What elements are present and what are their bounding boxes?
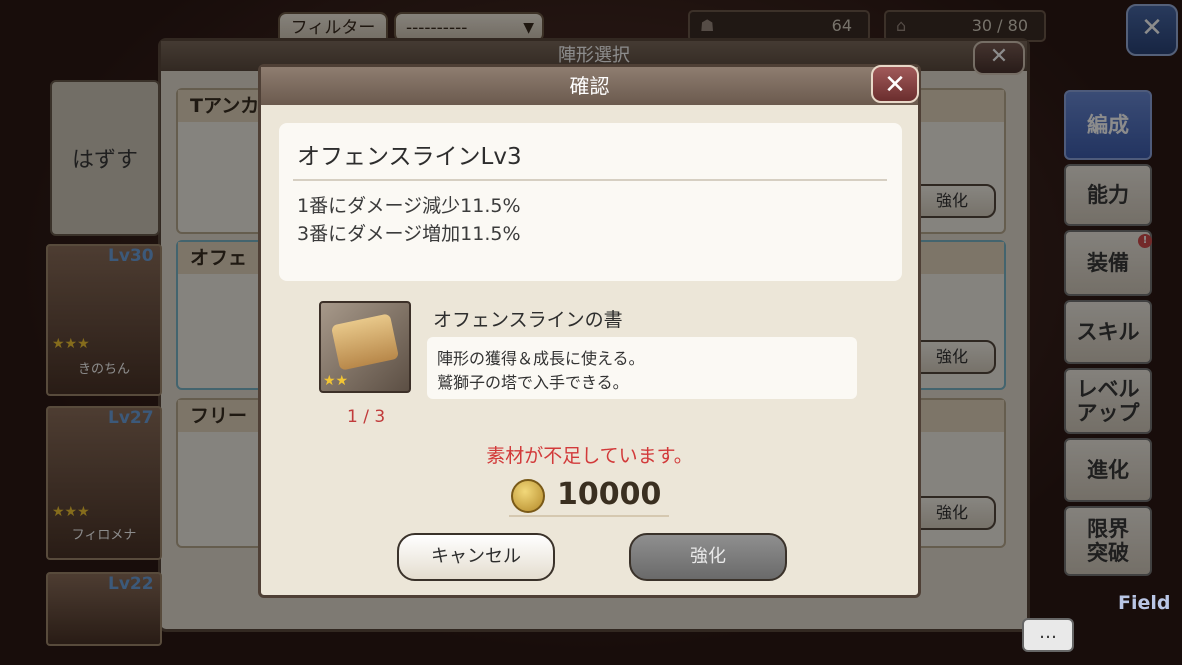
effect-line: 1番にダメージ減少11.5% <box>297 195 521 217</box>
dialog-close-button[interactable]: ✕ <box>871 65 919 103</box>
divider <box>509 515 669 517</box>
cancel-button[interactable]: キャンセル <box>397 533 555 581</box>
item-name: オフェンスラインの書 <box>433 309 623 331</box>
skill-name: オフェンスラインLv3 <box>297 144 522 170</box>
item-description-box: 陣形の獲得＆成長に使える。 鷲獅子の塔で入手できる。 <box>427 337 857 399</box>
scroll-icon <box>330 313 400 371</box>
insufficient-material-warning: 素材が不足しています。 <box>486 445 693 467</box>
item-count: 1 / 3 <box>347 407 386 427</box>
item-description-line: 陣形の獲得＆成長に使える。 <box>437 349 645 368</box>
chat-icon: … <box>1039 622 1057 643</box>
skill-info-box: オフェンスラインLv3 1番にダメージ減少11.5% 3番にダメージ増加11.5… <box>279 123 902 281</box>
confirm-dialog: 確認 ✕ オフェンスラインLv3 1番にダメージ減少11.5% 3番にダメージ増… <box>258 64 921 598</box>
divider <box>293 179 887 181</box>
coin-icon <box>511 479 545 513</box>
effect-line: 3番にダメージ増加11.5% <box>297 223 521 245</box>
cost-value: 10000 <box>557 477 662 512</box>
item-rarity-stars: ★★ <box>323 373 349 389</box>
field-button[interactable]: Field <box>1118 592 1171 614</box>
dialog-title: 確認 <box>261 67 918 105</box>
close-icon: ✕ <box>884 70 906 100</box>
scroll-item-icon: ★★ <box>319 301 411 393</box>
item-description-line: 鷲獅子の塔で入手できる。 <box>437 373 629 392</box>
chat-button[interactable]: … <box>1022 618 1074 652</box>
enhance-confirm-button[interactable]: 強化 <box>629 533 787 581</box>
